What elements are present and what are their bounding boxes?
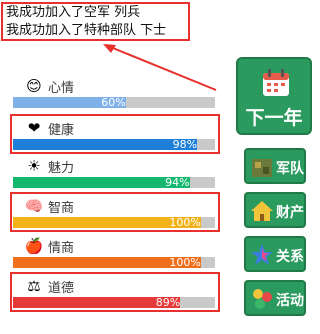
stat-bar-fill: 89% [13,296,181,309]
stat-label: 健康 [48,123,75,138]
stat-label: 智商 [48,201,75,216]
stat-bar-fill: 100% [13,216,201,229]
activity-button[interactable]: 活动 [244,280,306,316]
star-icon [251,244,273,265]
activity-label: 活动 [276,293,304,309]
stat-bar-track: 98% [13,138,215,151]
stat-bar-fill: 60% [13,96,126,109]
message-line: 我成功加入了特种部队 下士 [6,23,167,38]
heart-icon: ❤ [27,119,41,137]
stat-bar-track: 100% [13,256,215,269]
stat-percent: 98% [172,138,198,151]
relations-label: 关系 [276,249,304,265]
message-line: 我成功加入了空军 列兵 [6,5,141,20]
next-year-button[interactable]: 下一年 [236,57,312,135]
stat-label: 道德 [48,281,75,296]
army-button[interactable]: 军队 [244,148,306,184]
army-label: 军队 [276,161,304,177]
next-year-label: 下一年 [245,107,303,129]
stat-bar-track: 89% [13,296,215,309]
message-log: 我成功加入了空军 列兵 我成功加入了特种部队 下士 [1,2,190,41]
stat-bar-track: 94% [13,176,215,189]
stat-bar-fill: 94% [13,176,190,189]
army-icon [252,159,272,177]
stat-bar-track: 60% [13,96,215,109]
house-icon [251,201,273,221]
stat-percent: 94% [165,176,190,189]
stat-bar-fill: 100% [13,256,201,269]
scales-icon: ⚖ [27,277,41,295]
apple-icon: 🍎 [24,237,44,255]
stat-percent: 100% [169,216,201,229]
activity-icon [253,289,272,309]
stat-label: 魅力 [48,161,75,176]
smiley-icon: 😊 [26,77,42,95]
property-label: 财产 [276,205,304,221]
sun-icon: ☀ [27,157,41,175]
stat-percent: 89% [155,296,181,309]
stat-percent: 100% [169,256,201,269]
stat-percent: 60% [101,96,126,109]
stat-bar-track: 100% [13,216,215,229]
brain-icon: 🧠 [24,197,44,215]
stat-label: 心情 [48,81,75,96]
property-button[interactable]: 财产 [244,192,306,228]
calendar-icon [263,69,289,96]
stat-label: 情商 [48,241,75,256]
stat-bar-fill: 98% [13,138,198,151]
relations-button[interactable]: 关系 [244,236,306,272]
